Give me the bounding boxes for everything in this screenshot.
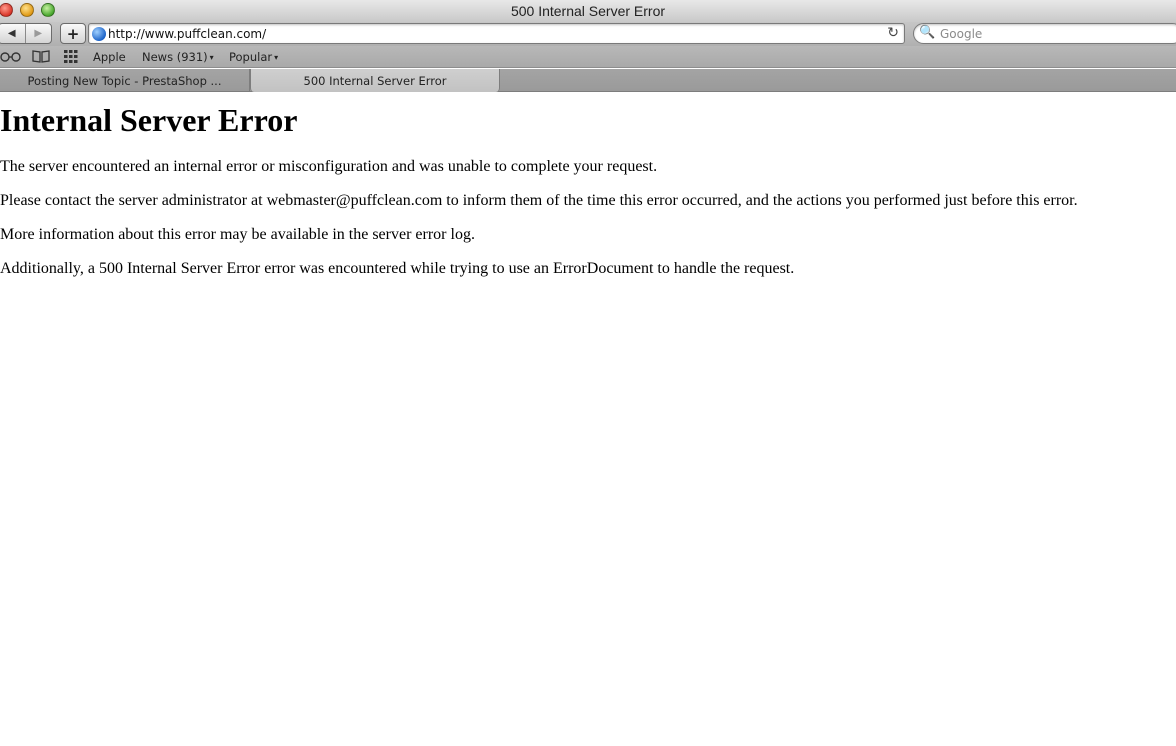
reading-list-icon[interactable] [0, 48, 22, 64]
page-title: Internal Server Error [0, 102, 298, 138]
browser-toolbar: ◀ ▶ + ↻ 🔍 [0, 22, 1176, 46]
chevron-down-icon: ▾ [209, 53, 214, 62]
page-content: Internal Server Error The server encount… [0, 93, 1176, 746]
bookmark-apple[interactable]: Apple [93, 50, 126, 64]
title-bar: 500 Internal Server Error [0, 0, 1176, 22]
bookmark-news[interactable]: News (931) ▾ [142, 50, 214, 64]
back-button[interactable]: ◀ [0, 24, 25, 43]
top-sites-icon[interactable] [63, 48, 79, 64]
reload-icon[interactable]: ↻ [887, 25, 899, 41]
address-bar: ↻ [88, 23, 905, 44]
search-icon[interactable]: 🔍 [919, 25, 935, 40]
url-input[interactable] [108, 25, 878, 43]
search-field: 🔍 [913, 23, 1176, 44]
error-message: The server encountered an internal error… [0, 158, 658, 175]
bookmarks-bar: Apple News (931) ▾ Popular ▾ [0, 46, 1176, 68]
forward-button[interactable]: ▶ [24, 24, 52, 43]
window-title: 500 Internal Server Error [510, 3, 666, 19]
navigation-buttons: ◀ ▶ [0, 23, 52, 44]
bookmark-popular-label: Popular [229, 50, 273, 64]
search-input[interactable] [940, 25, 1160, 43]
globe-icon [92, 27, 106, 41]
contact-message: Please contact the server administrator … [0, 192, 1078, 209]
tab-bar: Posting New Topic - PrestaShop ... 500 I… [0, 69, 1176, 92]
log-message: More information about this error may be… [0, 226, 475, 243]
tab-server-error[interactable]: 500 Internal Server Error [250, 69, 500, 92]
tab-prestashop[interactable]: Posting New Topic - PrestaShop ... [0, 69, 250, 92]
bookmark-popular[interactable]: Popular ▾ [229, 50, 278, 64]
add-bookmark-button[interactable]: + [60, 23, 86, 44]
bookmark-news-label: News (931) [142, 50, 208, 64]
bookmarks-icon[interactable] [32, 48, 50, 64]
chevron-down-icon: ▾ [274, 53, 279, 62]
error-document-message: Additionally, a 500 Internal Server Erro… [0, 260, 795, 277]
